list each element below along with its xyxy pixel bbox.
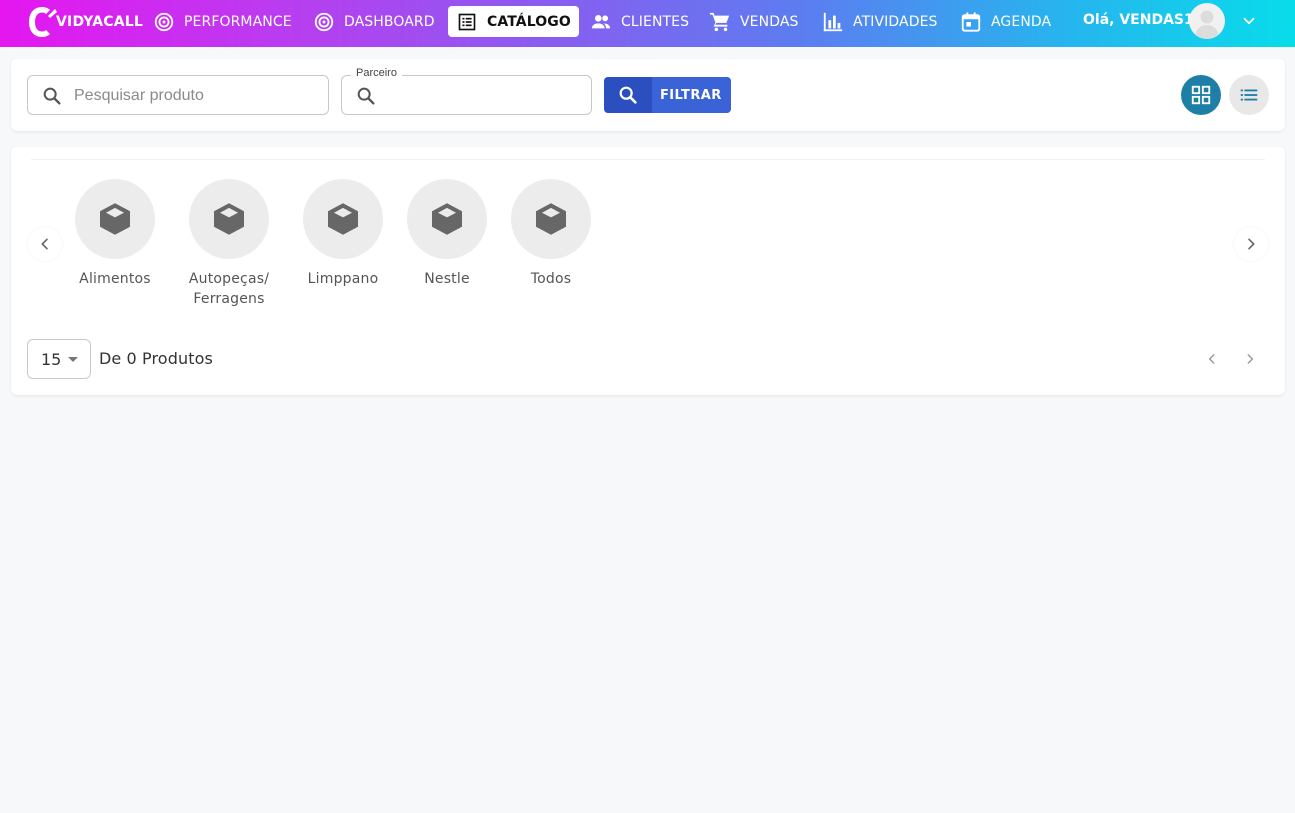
category-label: Limppano xyxy=(307,271,379,287)
search-icon xyxy=(43,87,61,105)
partner-label: Parceiro xyxy=(351,67,402,79)
box-icon xyxy=(536,203,566,235)
filter-button-label: FILTRAR xyxy=(652,77,731,113)
category-circle xyxy=(303,179,383,259)
search-input[interactable] xyxy=(74,85,314,107)
avatar[interactable] xyxy=(1189,3,1225,39)
nav-agenda[interactable]: AGENDA xyxy=(960,6,1051,37)
chevron-right-icon xyxy=(1248,238,1255,250)
search-icon xyxy=(604,77,652,113)
nav-label: ATIVIDADES xyxy=(853,13,938,30)
target-icon xyxy=(313,11,335,33)
user-greeting: Olá, VENDAS1 xyxy=(1083,12,1194,28)
per-page-select[interactable]: 15 xyxy=(27,339,91,379)
category-circle xyxy=(75,179,155,259)
catalog-card: Alimentos Autopeças/ Ferragens Limppano … xyxy=(11,147,1285,395)
category-item[interactable]: Autopeças/ Ferragens xyxy=(174,179,284,309)
calendar-icon xyxy=(960,11,982,33)
category-item[interactable]: Limppano xyxy=(288,179,398,289)
nav-atividades[interactable]: ATIVIDADES xyxy=(822,6,938,37)
category-item[interactable]: Alimentos xyxy=(60,179,170,289)
box-icon xyxy=(214,203,244,235)
grid-icon xyxy=(1191,85,1211,105)
page-next-button[interactable] xyxy=(1238,347,1262,371)
carousel-next-button[interactable] xyxy=(1234,227,1268,261)
carousel-prev-button[interactable] xyxy=(28,227,62,261)
nav-label: CATÁLOGO xyxy=(487,13,571,30)
category-label: Alimentos xyxy=(79,271,151,287)
people-icon xyxy=(590,11,612,33)
grid-view-button[interactable] xyxy=(1181,75,1221,115)
nav-label: CLIENTES xyxy=(621,13,690,30)
nav-catalogo[interactable]: CATÁLOGO xyxy=(448,6,579,37)
nav-label: AGENDA xyxy=(991,13,1052,30)
chevron-left-icon xyxy=(1208,354,1215,364)
caret-down-icon xyxy=(68,357,78,362)
nav-label: DASHBOARD xyxy=(344,13,435,30)
nav-dashboard[interactable]: DASHBOARD xyxy=(313,6,435,37)
nav-performance[interactable]: PERFORMANCE xyxy=(153,6,292,37)
nav-label: PERFORMANCE xyxy=(184,13,292,30)
list-icon xyxy=(1240,89,1258,101)
filter-button[interactable]: FILTRAR xyxy=(604,77,731,113)
category-circle xyxy=(511,179,591,259)
box-icon xyxy=(432,203,462,235)
nav-clientes[interactable]: CLIENTES xyxy=(590,6,689,37)
logo-mark-icon xyxy=(29,7,57,37)
brand-logo[interactable]: VIDYACALL xyxy=(26,4,143,40)
user-silhouette-icon xyxy=(1195,10,1219,39)
category-circle xyxy=(189,179,269,259)
category-item[interactable]: Nestle xyxy=(392,179,502,289)
category-label: Autopeças/ Ferragens xyxy=(188,271,270,307)
top-navbar: VIDYACALL PERFORMANCE DASHBOARD CATÁLOGO… xyxy=(0,0,1295,47)
target-icon xyxy=(153,11,175,33)
chevron-down-icon[interactable] xyxy=(1240,12,1258,30)
category-circle xyxy=(407,179,487,259)
nav-label: VENDAS xyxy=(740,13,799,30)
brand-name: VIDYACALL xyxy=(56,14,144,30)
divider xyxy=(31,159,1265,160)
category-label: Todos xyxy=(530,271,572,287)
nav-vendas[interactable]: VENDAS xyxy=(709,6,799,37)
partner-field[interactable]: Parceiro xyxy=(341,67,592,115)
list-alt-icon xyxy=(456,11,478,33)
list-view-button[interactable] xyxy=(1229,75,1269,115)
category-item[interactable]: Todos xyxy=(496,179,606,289)
box-icon xyxy=(328,203,358,235)
chevron-left-icon xyxy=(41,238,48,250)
filter-card: Parceiro FILTRAR xyxy=(11,59,1285,131)
page-prev-button[interactable] xyxy=(1200,347,1224,371)
per-page-value: 15 xyxy=(41,349,62,369)
cart-icon xyxy=(709,11,731,33)
product-count: De 0 Produtos xyxy=(99,349,213,368)
product-search-field[interactable] xyxy=(27,75,329,115)
category-label: Nestle xyxy=(424,271,470,287)
search-icon xyxy=(357,87,375,105)
chevron-right-icon xyxy=(1247,354,1254,364)
bar-chart-icon xyxy=(822,11,844,33)
box-icon xyxy=(100,203,130,235)
